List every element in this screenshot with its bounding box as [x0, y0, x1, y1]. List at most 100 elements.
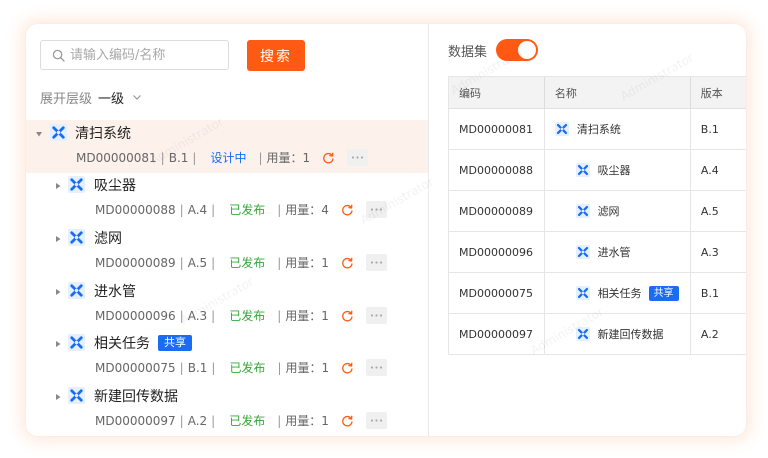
cell-code: MD00000097 — [459, 327, 533, 341]
refresh-icon[interactable] — [341, 309, 354, 322]
refresh-icon[interactable] — [341, 203, 354, 216]
refresh-icon[interactable] — [341, 256, 354, 269]
cell-version: A.2 — [689, 314, 746, 354]
table-row[interactable]: MD00000088 吸尘器 A.4 — [449, 150, 746, 191]
tree-node-meta: MD00000089 | A.5 | 已发布 | 用量：1 — [95, 254, 387, 271]
table-row[interactable]: MD00000096 进水管 A.3 — [449, 232, 746, 273]
caret-down-icon[interactable] — [35, 130, 43, 138]
structure-tree-pane: 搜索 展开层级 一级 清扫系统MD00000081|B.1|设计中|用量：1吸尘… — [26, 24, 429, 436]
part-code: MD00000096 — [95, 308, 176, 323]
more-actions-button[interactable] — [365, 201, 387, 218]
ellipsis-icon — [370, 261, 383, 264]
refresh-icon[interactable] — [341, 414, 354, 427]
table-row[interactable]: MD00000097 新建回传数据 A.2 — [449, 314, 746, 355]
more-actions-button[interactable] — [366, 359, 388, 376]
expand-level-select[interactable]: 展开层级 一级 — [40, 88, 142, 107]
tree-node-title[interactable]: 滤网 — [94, 228, 122, 248]
tree-node[interactable]: 进水管 MD00000096 | A.3 | 已发布 | 用量：1 — [26, 278, 428, 331]
caret-right-icon[interactable] — [54, 288, 62, 296]
search-button[interactable]: 搜索 — [247, 40, 305, 71]
tree-node-title[interactable]: 相关任务 — [94, 333, 150, 353]
separator: | — [277, 360, 282, 375]
refresh-icon[interactable] — [322, 151, 335, 164]
refresh-icon[interactable] — [341, 361, 354, 374]
part-version: B.1 — [168, 150, 189, 165]
part-icon — [68, 387, 85, 404]
toggle-knob — [518, 41, 536, 59]
status-text: 已发布 — [229, 309, 266, 323]
table-body: MD00000081 清扫系统 B.1 MD00000088 吸尘器 A.4 MD00000… — [449, 109, 746, 355]
dataset-toggle[interactable] — [496, 39, 538, 61]
separator: | — [277, 202, 282, 217]
cell-name: 清扫系统 — [543, 109, 690, 149]
column-header-version[interactable]: 版本 — [689, 77, 746, 108]
cell-code: MD00000088 — [459, 163, 533, 177]
status-text: 已发布 — [229, 256, 266, 270]
cell-code: MD00000096 — [459, 245, 533, 259]
caret-right-icon[interactable] — [54, 182, 62, 190]
part-icon — [575, 327, 590, 341]
part-icon — [50, 124, 67, 141]
table-row[interactable]: MD00000075 相关任务 共享 B.1 — [449, 273, 746, 314]
separator: | — [277, 413, 282, 428]
chevron-down-icon[interactable] — [132, 92, 142, 102]
status-text: 已发布 — [229, 414, 266, 428]
dataset-table: 编码 名称 版本 MD00000081 清扫系统 B.1 MD00000088 吸尘器 A… — [448, 76, 746, 355]
search-icon — [52, 49, 65, 62]
cell-name-text: 吸尘器 — [597, 164, 631, 177]
search-input[interactable] — [40, 40, 229, 70]
shared-badge: 共享 — [158, 335, 192, 351]
dataset-pane: 数据集 编码 名称 版本 MD00000081 清扫系统 B.1 MD00000088… — [430, 24, 746, 436]
part-icon — [68, 229, 85, 246]
table-row[interactable]: MD00000081 清扫系统 B.1 — [449, 109, 746, 150]
tree-node-title[interactable]: 新建回传数据 — [94, 386, 178, 406]
tree-node-meta: MD00000088 | A.4 | 已发布 | 用量：4 — [95, 201, 387, 218]
expand-level-value[interactable]: 一级 — [98, 88, 124, 107]
cell-version: B.1 — [689, 273, 746, 313]
separator: | — [211, 308, 216, 323]
usage-text: 用量：4 — [285, 203, 329, 217]
caret-right-icon[interactable] — [54, 235, 62, 243]
bom-panel: 搜索 展开层级 一级 清扫系统MD00000081|B.1|设计中|用量：1吸尘… — [26, 24, 746, 436]
tree-node[interactable]: 新建回传数据 MD00000097 | A.2 | 已发布 | 用量：1 — [26, 383, 428, 436]
part-code: MD00000088 — [95, 202, 176, 217]
separator: | — [192, 150, 197, 165]
tree-node-title[interactable]: 吸尘器 — [94, 175, 136, 195]
tree-node-title[interactable]: 清扫系统 — [75, 123, 131, 143]
more-actions-button[interactable] — [365, 254, 387, 271]
caret-right-icon[interactable] — [54, 393, 62, 401]
tree-node-meta: MD00000075 | B.1 | 已发布 | 用量：1 — [95, 359, 388, 376]
more-actions-button[interactable] — [347, 149, 369, 166]
tree-node[interactable]: 吸尘器 MD00000088 | A.4 | 已发布 | 用量：4 — [26, 172, 428, 225]
usage-text: 用量：1 — [285, 256, 329, 270]
part-icon — [575, 245, 590, 259]
table-row[interactable]: MD00000089 滤网 A.5 — [449, 191, 746, 232]
separator: | — [179, 360, 184, 375]
column-header-name[interactable]: 名称 — [543, 77, 690, 108]
more-actions-button[interactable] — [365, 412, 387, 429]
caret-right-icon[interactable] — [54, 340, 62, 348]
ellipsis-icon — [370, 208, 383, 211]
tree-node[interactable]: 滤网 MD00000089 | A.5 | 已发布 | 用量：1 — [26, 225, 428, 278]
cell-name-text: 滤网 — [597, 205, 620, 218]
column-header-code[interactable]: 编码 — [449, 77, 544, 108]
part-code: MD00000075 — [95, 360, 176, 375]
cell-name-text: 新建回传数据 — [597, 328, 664, 341]
part-icon — [575, 163, 590, 177]
cell-version: A.5 — [689, 191, 746, 231]
tree-node-title[interactable]: 进水管 — [94, 281, 136, 301]
separator: | — [211, 413, 216, 428]
tree-node[interactable]: 相关任务 共享 MD00000075 | B.1 | 已发布 | 用量：1 — [26, 330, 428, 383]
part-version: A.4 — [187, 202, 208, 217]
tree-node[interactable]: 清扫系统 MD00000081 | B.1 | 设计中 | 用量：1 — [26, 120, 428, 173]
cell-name: 相关任务 共享 — [543, 273, 690, 313]
more-actions-button[interactable] — [365, 307, 387, 324]
separator: | — [179, 413, 184, 428]
separator: | — [211, 360, 216, 375]
ellipsis-icon — [352, 156, 364, 159]
cell-version: B.1 — [689, 109, 746, 149]
part-version: B.1 — [187, 360, 208, 375]
usage-text: 用量：1 — [285, 309, 329, 323]
cell-name-text: 相关任务 — [597, 287, 642, 300]
cell-version: A.3 — [689, 232, 746, 272]
